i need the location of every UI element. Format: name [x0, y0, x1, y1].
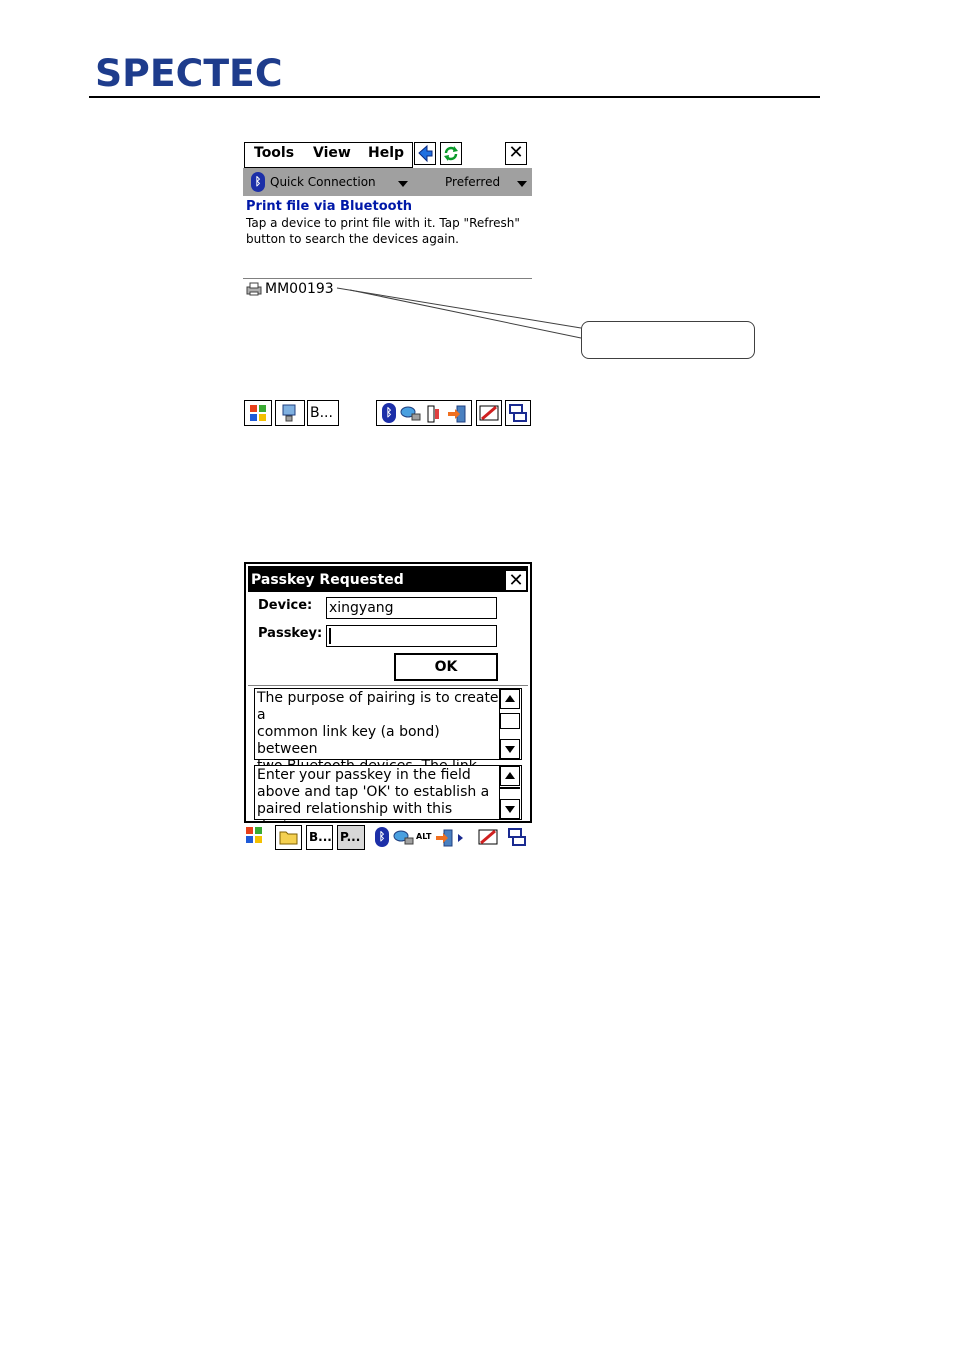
pen-input-icon [479, 405, 499, 421]
divider [248, 685, 528, 686]
explorer-button[interactable] [275, 825, 302, 850]
passkey-instructions-box: Enter your passkey in the field above an… [254, 765, 522, 834]
passkey-dialog: Passkey Requested ✕ Device: xingyang Pas… [244, 562, 532, 834]
system-tray: ᛒ [376, 400, 472, 426]
passkey-input[interactable] [326, 625, 497, 647]
spectec-logo: SPECTEC [95, 52, 283, 95]
taskbar: B... ᛒ [243, 399, 532, 429]
windows-cascade-icon[interactable] [506, 826, 528, 848]
scroll-thumb[interactable] [500, 713, 520, 729]
windows-logo-icon [246, 827, 262, 843]
windows-cascade-icon [509, 404, 527, 422]
arrow-up-icon [505, 772, 515, 779]
scroll-down-button[interactable] [500, 739, 520, 759]
connection-toolbar: ᛒ Quick Connection Preferred [243, 168, 532, 196]
close-icon: ✕ [508, 570, 524, 591]
switch-window-button[interactable] [505, 400, 531, 426]
scrollbar[interactable] [499, 766, 521, 819]
menu-tools[interactable]: Tools [254, 145, 294, 161]
scroll-up-button[interactable] [500, 689, 520, 709]
back-button[interactable] [414, 142, 436, 165]
bluetooth-icon: ᛒ [251, 172, 265, 192]
scroll-down-button[interactable] [500, 799, 520, 819]
bluetooth-icon[interactable]: ᛒ [382, 403, 396, 423]
device-field: xingyang [326, 597, 497, 619]
bluetooth-icon[interactable]: ᛒ [375, 827, 389, 847]
taskbar-window-button-active[interactable]: P... [337, 825, 365, 850]
exit-door-icon[interactable] [436, 828, 466, 848]
passkey-label: Passkey: [258, 626, 323, 641]
menu-help[interactable]: Help [368, 145, 404, 161]
back-arrow-icon [418, 144, 433, 163]
close-icon: ✕ [508, 142, 524, 163]
taskbar-window-button[interactable]: B... [306, 825, 333, 850]
arrow-up-icon [505, 695, 515, 702]
pen-input-icon[interactable] [477, 826, 499, 848]
computer-icon [282, 404, 296, 422]
passkey-dialog-screen: Passkey Requested ✕ Device: xingyang Pas… [244, 562, 532, 852]
device-label: Device: [258, 598, 313, 613]
dialog-titlebar: Passkey Requested ✕ [248, 566, 528, 592]
input-panel-icon[interactable] [424, 404, 444, 424]
dialog-title: Passkey Requested [251, 572, 404, 588]
quick-connection-dropdown[interactable]: Quick Connection [270, 175, 376, 189]
connection-icon[interactable] [393, 828, 415, 848]
device-list-item[interactable]: MM00193 [265, 281, 334, 297]
pairing-info-box: The purpose of pairing is to create a co… [254, 688, 522, 808]
alt-key-indicator[interactable]: ALT [416, 832, 431, 841]
chevron-down-icon[interactable] [398, 181, 408, 187]
arrow-down-icon [505, 746, 515, 753]
refresh-button[interactable] [440, 142, 462, 165]
page-title: Print file via Bluetooth [246, 199, 413, 214]
callout-pointer [336, 287, 582, 339]
printer-icon [246, 282, 262, 296]
folder-icon [279, 831, 298, 845]
divider [243, 278, 532, 279]
chevron-down-icon[interactable] [517, 181, 527, 187]
text-cursor [329, 628, 331, 644]
start-button[interactable] [245, 826, 267, 848]
menu-bar: Tools View Help ✕ [243, 141, 532, 168]
taskbar: B... P... ᛒ ALT [244, 823, 532, 852]
preferred-dropdown[interactable]: Preferred [445, 175, 500, 189]
start-button[interactable] [244, 400, 272, 426]
connection-icon[interactable] [400, 404, 422, 424]
scroll-up-button[interactable] [500, 766, 520, 786]
refresh-icon [443, 145, 459, 162]
dialog-close-button[interactable]: ✕ [505, 570, 527, 591]
keyboard-toggle-button[interactable] [476, 400, 502, 426]
arrow-down-icon [505, 806, 515, 813]
callout-box [581, 321, 755, 359]
taskbar-window-button[interactable]: B... [307, 400, 339, 426]
windows-logo-icon [250, 405, 266, 421]
close-button[interactable]: ✕ [505, 142, 527, 165]
header-rule [89, 96, 820, 98]
exit-door-icon[interactable] [446, 404, 468, 424]
ok-button[interactable]: OK [394, 653, 498, 681]
scrollbar[interactable] [499, 689, 521, 759]
taskbar-app-button[interactable] [275, 400, 305, 426]
menu-view[interactable]: View [313, 145, 351, 161]
scroll-thumb[interactable] [500, 787, 520, 789]
instructions-text: Tap a device to print file with it. Tap … [246, 216, 520, 246]
